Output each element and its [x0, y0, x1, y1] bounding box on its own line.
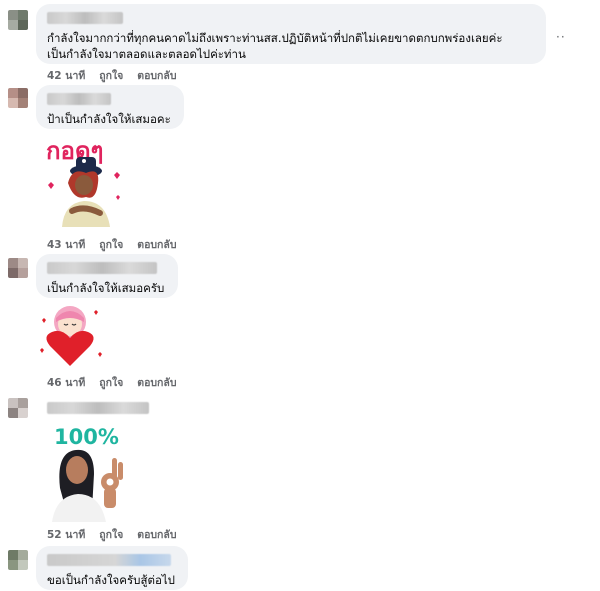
author-name-blurred[interactable] [47, 554, 171, 566]
author-name-blurred[interactable] [47, 12, 123, 24]
timestamp[interactable]: 43 นาที [47, 236, 85, 253]
comment-text: ขอเป็นกำลังใจครับสู้ต่อไป [47, 573, 175, 587]
reply-button[interactable]: ตอบกลับ [137, 526, 176, 543]
avatar[interactable] [8, 550, 28, 570]
avatar[interactable] [8, 398, 28, 418]
avatar[interactable] [8, 10, 28, 30]
comment-actions: 52 นาที ถูกใจ ตอบกลับ [47, 526, 177, 543]
like-button[interactable]: ถูกใจ [99, 236, 123, 253]
reply-button[interactable]: ตอบกลับ [137, 374, 176, 391]
author-name-blurred[interactable] [47, 402, 149, 414]
author-name-blurred[interactable] [47, 93, 111, 105]
comment-text: กำลังใจมากกว่าที่ทุกคนคาดไม่ถึงเพราะท่าน… [47, 31, 503, 61]
comment-bubble: ป้าเป็นกำลังใจให้เสมอคะ [36, 85, 184, 129]
timestamp[interactable]: 52 นาที [47, 526, 85, 543]
comment-bubble: ขอเป็นกำลังใจครับสู้ต่อไป [36, 546, 188, 590]
comment-actions: 46 นาที ถูกใจ ตอบกลับ [47, 374, 177, 391]
comment-text: ป้าเป็นกำลังใจให้เสมอคะ [47, 112, 171, 126]
avatar[interactable] [8, 258, 28, 278]
like-button[interactable]: ถูกใจ [99, 67, 123, 84]
heart-sticker-icon [40, 306, 102, 366]
reply-button[interactable]: ตอบกลับ [137, 236, 176, 253]
ok-hand-sticker-icon: 100% [52, 424, 123, 522]
comment-bubble: เป็นกำลังใจให้เสมอครับ [36, 254, 178, 298]
more-options-icon[interactable]: ·· [556, 30, 566, 44]
comment-actions: 42 นาที ถูกใจ ตอบกลับ [47, 67, 177, 84]
avatar[interactable] [8, 88, 28, 108]
sticker-caption: 100% [54, 425, 119, 449]
comment-actions: 43 นาที ถูกใจ ตอบกลับ [47, 236, 177, 253]
comment-bubble: กำลังใจมากกว่าที่ทุกคนคาดไม่ถึงเพราะท่าน… [36, 4, 546, 64]
comment-text: เป็นกำลังใจให้เสมอครับ [47, 281, 165, 295]
hug-sticker-icon: กอดๆ [45, 136, 120, 227]
timestamp[interactable]: 42 นาที [47, 67, 85, 84]
reply-button[interactable]: ตอบกลับ [137, 67, 176, 84]
like-button[interactable]: ถูกใจ [99, 526, 123, 543]
author-name-blurred[interactable] [47, 262, 157, 274]
timestamp[interactable]: 46 นาที [47, 374, 85, 391]
like-button[interactable]: ถูกใจ [99, 374, 123, 391]
